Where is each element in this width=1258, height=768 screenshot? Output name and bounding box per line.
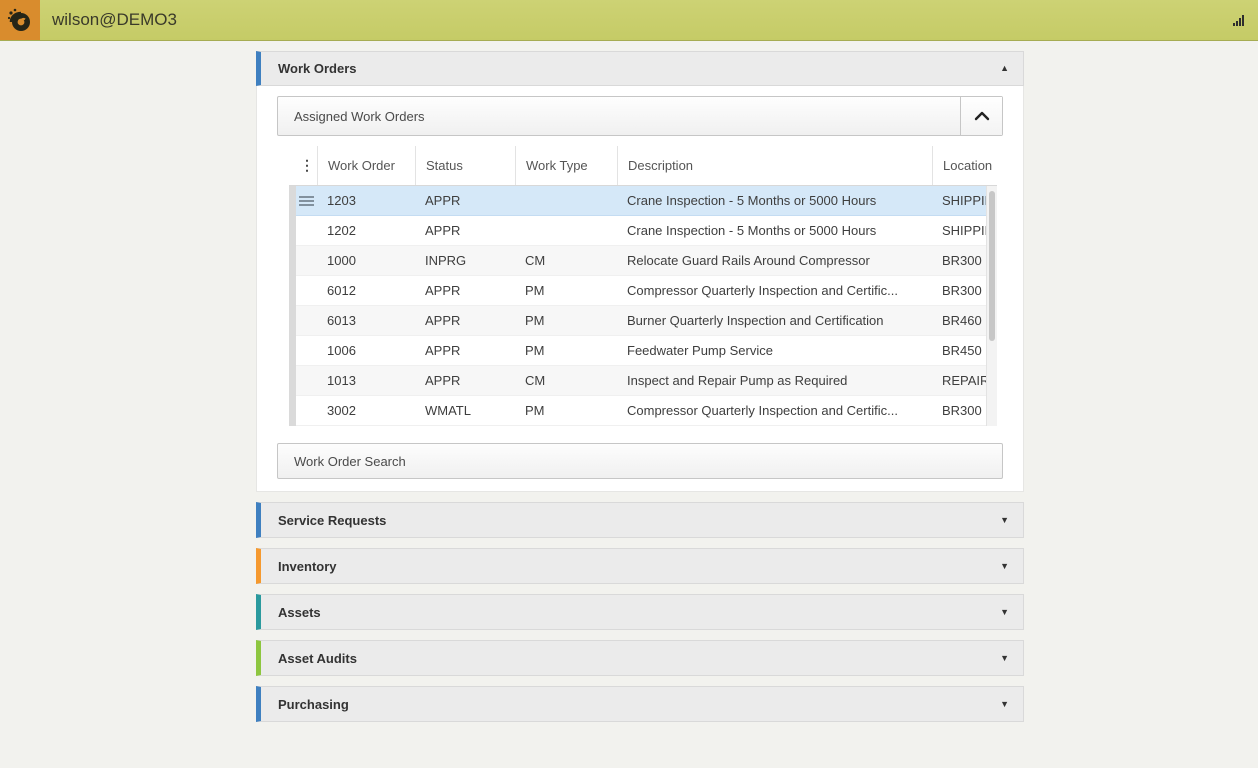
cell-work-type: PM	[525, 283, 545, 298]
column-header-work-order[interactable]: Work Order	[317, 146, 415, 185]
cell-status: APPR	[425, 223, 461, 238]
section-title: Asset Audits	[278, 650, 357, 666]
cell-work-order: 1013	[327, 373, 356, 388]
assigned-work-orders-bar[interactable]: Assigned Work Orders	[277, 96, 1003, 136]
work-order-search-button[interactable]: Work Order Search	[277, 443, 1003, 479]
row-menu-icon[interactable]	[299, 195, 314, 206]
cell-description: Compressor Quarterly Inspection and Cert…	[627, 283, 898, 298]
cell-work-order: 3002	[327, 403, 356, 418]
chevron-up-icon	[974, 111, 989, 121]
table-row[interactable]: 1202 APPR Crane Inspection - 5 Months or…	[289, 216, 997, 246]
section-title: Assets	[278, 604, 321, 620]
cell-work-type: CM	[525, 253, 546, 268]
table-row[interactable]: 6013 APPR PM Burner Quarterly Inspection…	[289, 306, 997, 336]
cell-work-type: CM	[525, 373, 546, 388]
cell-status: APPR	[425, 193, 461, 208]
row-gutter-strip	[289, 186, 296, 426]
table-row[interactable]: 1006 APPR PM Feedwater Pump Service BR45…	[289, 336, 997, 366]
home-panel-list: Work Orders ▲ Assigned Work Orders ⋮ Wor…	[256, 41, 1024, 722]
cell-work-order: 6013	[327, 313, 356, 328]
collapse-arrow-icon: ▲	[1000, 63, 1009, 73]
swirl-logo-icon	[7, 8, 30, 31]
section-title: Service Requests	[278, 512, 387, 528]
cell-description: Burner Quarterly Inspection and Certific…	[627, 313, 884, 328]
cell-work-order: 1202	[327, 223, 356, 238]
expand-arrow-icon: ▼	[1000, 652, 1009, 663]
cell-work-type: PM	[525, 343, 545, 358]
column-header-work-type[interactable]: Work Type	[515, 146, 617, 185]
cell-description: Feedwater Pump Service	[627, 343, 773, 358]
cell-work-type: PM	[525, 403, 545, 418]
work-orders-table: ⋮ Work Order Status Work Type Descriptio…	[289, 146, 997, 426]
cell-work-order: 6012	[327, 283, 356, 298]
cell-description: Inspect and Repair Pump as Required	[627, 373, 848, 388]
cell-status: INPRG	[425, 253, 467, 268]
cell-work-order: 1006	[327, 343, 356, 358]
work-orders-panel-body: Assigned Work Orders ⋮ Work Order Status…	[256, 86, 1024, 492]
cell-description: Relocate Guard Rails Around Compressor	[627, 253, 870, 268]
table-row[interactable]: 1000 INPRG CM Relocate Guard Rails Aroun…	[289, 246, 997, 276]
app-logo[interactable]	[0, 0, 40, 40]
column-options-cell: ⋮	[289, 146, 317, 185]
signal-strength-icon	[1233, 14, 1244, 26]
cell-description: Crane Inspection - 5 Months or 5000 Hour…	[627, 193, 877, 208]
scrollbar-thumb[interactable]	[989, 191, 995, 341]
cell-status: WMATL	[425, 403, 471, 418]
column-header-status[interactable]: Status	[415, 146, 515, 185]
table-row[interactable]: 1203 APPR Crane Inspection - 5 Months or…	[289, 186, 997, 216]
expand-arrow-icon: ▼	[1000, 560, 1009, 571]
expand-arrow-icon: ▼	[1000, 514, 1009, 525]
section-title: Work Orders	[278, 61, 357, 76]
section-header-service-requests[interactable]: Service Requests ▼	[256, 502, 1024, 538]
expand-arrow-icon: ▼	[1000, 698, 1009, 709]
column-options-icon[interactable]: ⋮	[300, 157, 314, 174]
app-header: wilson@DEMO3	[0, 0, 1258, 41]
assigned-collapse-button[interactable]	[960, 97, 1002, 135]
table-rows: 1203 APPR Crane Inspection - 5 Months or…	[289, 186, 997, 426]
cell-status: APPR	[425, 313, 461, 328]
section-title: Inventory	[278, 558, 337, 574]
cell-description: Crane Inspection - 5 Months or 5000 Hour…	[627, 223, 877, 238]
column-header-description[interactable]: Description	[617, 146, 932, 185]
cell-description: Compressor Quarterly Inspection and Cert…	[627, 403, 898, 418]
expand-arrow-icon: ▼	[1000, 606, 1009, 617]
section-header-assets[interactable]: Assets ▼	[256, 594, 1024, 630]
section-header-asset-audits[interactable]: Asset Audits ▼	[256, 640, 1024, 676]
cell-work-order: 1000	[327, 253, 356, 268]
table-row[interactable]: 6012 APPR PM Compressor Quarterly Inspec…	[289, 276, 997, 306]
cell-work-type: PM	[525, 313, 545, 328]
table-scrollbar[interactable]	[986, 186, 997, 426]
cell-status: APPR	[425, 373, 461, 388]
cell-status: APPR	[425, 283, 461, 298]
section-title: Purchasing	[278, 696, 349, 712]
column-header-location[interactable]: Location	[932, 146, 997, 185]
cell-work-order: 1203	[327, 193, 356, 208]
work-order-search-label: Work Order Search	[294, 453, 406, 469]
section-header-inventory[interactable]: Inventory ▼	[256, 548, 1024, 584]
cell-status: APPR	[425, 343, 461, 358]
user-environment-title: wilson@DEMO3	[52, 10, 177, 29]
section-header-purchasing[interactable]: Purchasing ▼	[256, 686, 1024, 722]
section-header-work-orders[interactable]: Work Orders ▲	[256, 51, 1024, 86]
table-row[interactable]: 1013 APPR CM Inspect and Repair Pump as …	[289, 366, 997, 396]
assigned-work-orders-label: Assigned Work Orders	[294, 108, 425, 124]
table-header-row: ⋮ Work Order Status Work Type Descriptio…	[289, 146, 997, 186]
table-row[interactable]: 3002 WMATL PM Compressor Quarterly Inspe…	[289, 396, 997, 426]
